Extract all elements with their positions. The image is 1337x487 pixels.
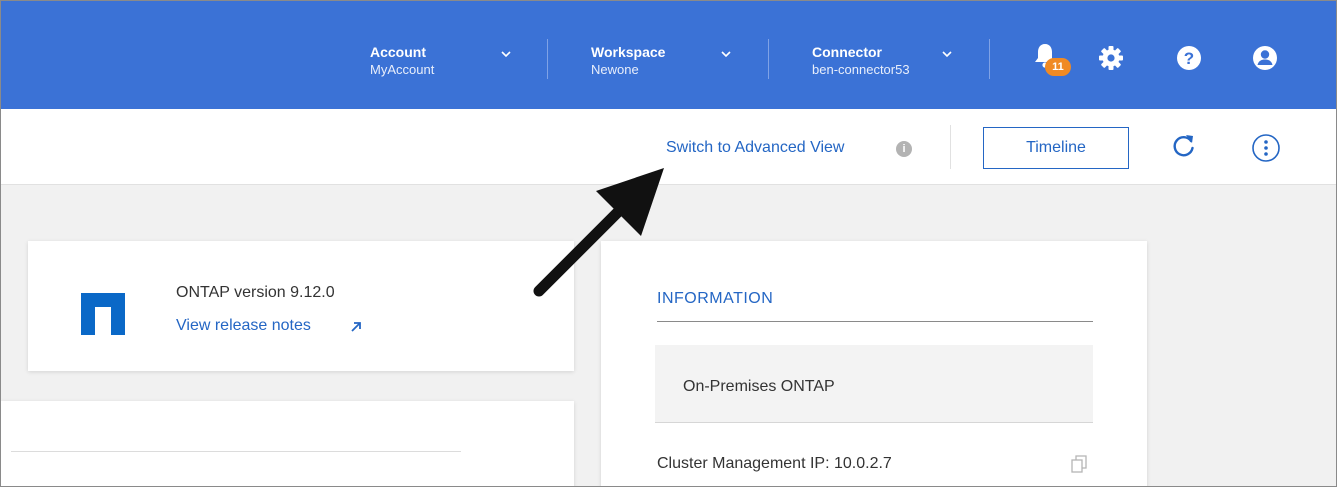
chevron-down-icon bbox=[721, 51, 731, 58]
external-link-icon[interactable] bbox=[350, 321, 362, 333]
workspace-label: Workspace bbox=[591, 44, 666, 60]
copy-icon[interactable] bbox=[1071, 455, 1087, 473]
info-icon[interactable]: i bbox=[896, 141, 912, 157]
workspace-selector[interactable]: Workspace Newone bbox=[591, 43, 741, 87]
card-divider bbox=[11, 451, 461, 452]
timeline-button[interactable]: Timeline bbox=[983, 127, 1129, 169]
netapp-logo-icon bbox=[81, 293, 125, 335]
account-label: Account bbox=[370, 44, 426, 60]
nav-divider bbox=[989, 39, 990, 79]
account-selector[interactable]: Account MyAccount bbox=[370, 43, 520, 87]
workspace-value: Newone bbox=[591, 62, 639, 77]
account-value: MyAccount bbox=[370, 62, 435, 77]
nav-divider bbox=[547, 39, 548, 79]
nav-divider bbox=[768, 39, 769, 79]
notification-badge: 11 bbox=[1045, 58, 1071, 76]
connector-label: Connector bbox=[812, 44, 882, 60]
environment-type: On-Premises ONTAP bbox=[683, 378, 835, 395]
view-release-notes-link[interactable]: View release notes bbox=[176, 317, 311, 335]
cluster-ip-label: Cluster Management IP: bbox=[657, 455, 830, 472]
connector-value: ben-connector53 bbox=[812, 62, 910, 77]
information-title: INFORMATION bbox=[657, 290, 774, 307]
app-frame: Account MyAccount Workspace Newone Conne… bbox=[0, 0, 1337, 487]
more-options-icon[interactable] bbox=[1251, 133, 1281, 163]
environment-box: On-Premises ONTAP bbox=[655, 345, 1093, 423]
lower-left-card bbox=[1, 401, 574, 486]
toolbar-divider bbox=[950, 125, 951, 169]
information-card: INFORMATION On-Premises ONTAP Cluster Ma… bbox=[601, 241, 1147, 486]
svg-text:?: ? bbox=[1184, 49, 1194, 68]
connector-selector[interactable]: Connector ben-connector53 bbox=[812, 43, 962, 87]
ontap-version-text: ONTAP version 9.12.0 bbox=[176, 284, 335, 301]
chevron-down-icon bbox=[942, 51, 952, 58]
user-icon[interactable] bbox=[1251, 43, 1279, 73]
switch-advanced-view-link[interactable]: Switch to Advanced View bbox=[666, 139, 844, 157]
cluster-ip-row: Cluster Management IP: 10.0.2.7 bbox=[657, 455, 892, 473]
title-underline bbox=[657, 321, 1093, 322]
help-icon[interactable]: ? bbox=[1175, 43, 1203, 73]
gear-icon[interactable] bbox=[1097, 43, 1125, 73]
ontap-version-card: ONTAP version 9.12.0 View release notes bbox=[28, 241, 574, 371]
top-nav-bar: Account MyAccount Workspace Newone Conne… bbox=[1, 1, 1336, 109]
annotation-arrow-icon bbox=[533, 168, 664, 297]
chevron-down-icon bbox=[501, 51, 511, 58]
cluster-ip-value: 10.0.2.7 bbox=[833, 455, 892, 472]
refresh-icon[interactable] bbox=[1171, 133, 1197, 159]
